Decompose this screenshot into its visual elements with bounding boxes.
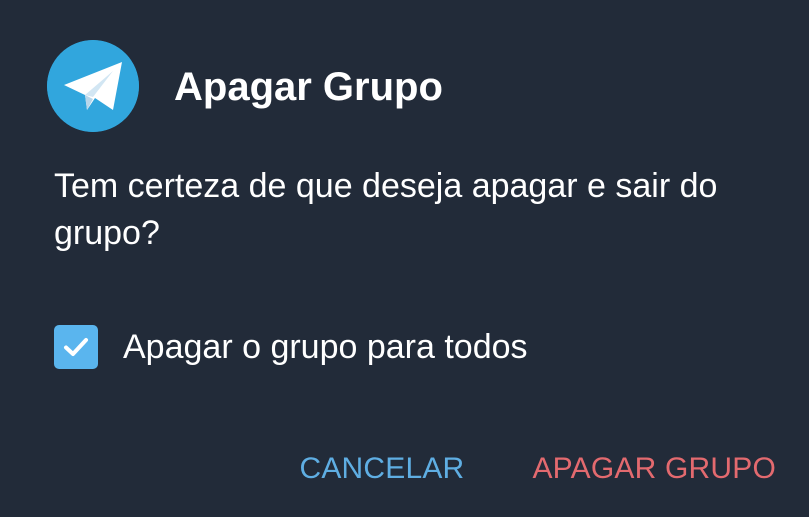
delete-for-all-checkbox[interactable] (54, 325, 98, 369)
delete-group-dialog: Apagar Grupo Tem certeza de que deseja a… (0, 0, 809, 517)
delete-group-button[interactable]: APAGAR GRUPO (532, 449, 776, 489)
delete-for-all-option[interactable]: Apagar o grupo para todos (54, 324, 528, 370)
dialog-actions: CANCELAR APAGAR GRUPO (299, 447, 776, 491)
dialog-message: Tem certeza de que deseja apagar e sair … (54, 167, 718, 252)
cancel-button[interactable]: CANCELAR (299, 449, 464, 489)
check-icon (64, 338, 88, 356)
dialog-title: Apagar Grupo (174, 65, 443, 109)
telegram-logo-icon (47, 40, 139, 132)
delete-for-all-label: Apagar o grupo para todos (123, 328, 528, 366)
